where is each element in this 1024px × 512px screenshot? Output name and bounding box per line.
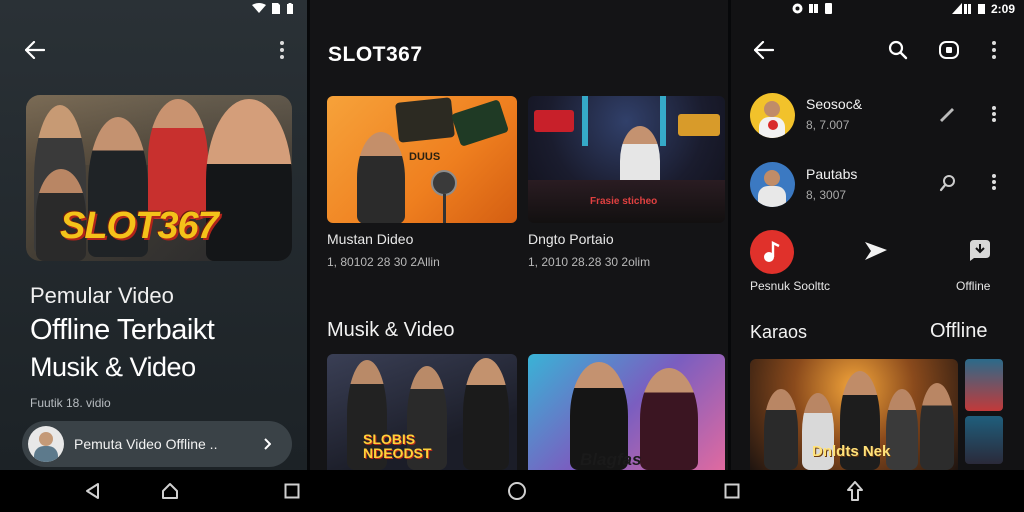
- action-label: Pesnuk Soolttc: [750, 279, 831, 293]
- status-bar-right: 2:09: [915, 1, 1015, 16]
- video-card-thumbnail[interactable]: DUUS: [327, 96, 517, 223]
- neon-sign: [678, 114, 720, 136]
- nav-recents-icon[interactable]: [280, 480, 304, 502]
- banner-text: Dnldts Nek: [812, 443, 891, 460]
- stage-light: [582, 96, 588, 146]
- offline-download-icon[interactable]: [965, 234, 995, 264]
- hero-logo: SLOT367: [60, 205, 219, 247]
- more-vertical-icon[interactable]: [272, 38, 292, 62]
- chevron-right-icon[interactable]: [260, 436, 274, 452]
- music-action-button[interactable]: [750, 230, 794, 274]
- caption-text: Fuutik 18. vidio: [30, 396, 111, 410]
- system-nav-bar: [0, 470, 1024, 512]
- video-card-thumbnail[interactable]: Dnldts Nek: [750, 359, 958, 470]
- card-meta: 1, 80102 28 30 2Allin: [327, 255, 440, 269]
- player-label: Pemuta Video Offline ..: [74, 436, 218, 452]
- section-title: Musik & Video: [327, 319, 455, 341]
- card-overlay-text: Blagfas: [580, 450, 642, 469]
- notification-icon: [808, 4, 818, 13]
- nav-home-circle-icon[interactable]: [505, 480, 529, 502]
- card-person: [886, 389, 918, 470]
- card-person: [764, 389, 798, 470]
- battery-icon: [977, 4, 985, 14]
- pin-icon[interactable]: [936, 104, 958, 124]
- notification-icon: [792, 3, 802, 14]
- card-title: Dngto Portaio: [528, 231, 614, 247]
- card-title: Mustan Dideo: [327, 231, 414, 247]
- nav-back-icon[interactable]: [80, 480, 104, 502]
- more-vertical-icon[interactable]: [985, 172, 1003, 192]
- music-note-icon: [764, 241, 780, 262]
- nav-upload-icon[interactable]: [843, 480, 867, 502]
- video-card-thumbnail[interactable]: Blagfas: [528, 354, 725, 470]
- amp-shape: [450, 99, 510, 147]
- list-item-subtitle: 8, 3007: [806, 188, 847, 202]
- side-thumbnail[interactable]: [965, 359, 1003, 411]
- card-person: [640, 368, 698, 470]
- list-item-subtitle: 8, 7.007: [806, 118, 850, 132]
- battery-icon: [287, 2, 293, 14]
- nav-recents-icon[interactable]: [720, 480, 744, 502]
- neon-sign: [534, 110, 574, 132]
- cast-icon[interactable]: [936, 38, 962, 62]
- section-title: Karaos: [750, 322, 808, 342]
- wifi-icon: [252, 2, 266, 13]
- video-card-thumbnail[interactable]: SLOBIS NDEODST: [327, 354, 517, 470]
- headline-line-2: Offline Terbaikt: [30, 314, 215, 346]
- mic-stand: [443, 194, 446, 223]
- card-person: [920, 383, 954, 470]
- status-time: 2:09: [990, 1, 1015, 16]
- stage-light: [660, 96, 666, 146]
- video-card-thumbnail[interactable]: Frasie sticheo: [528, 96, 725, 223]
- action-label: Offline: [956, 279, 991, 293]
- avatar: [750, 93, 795, 138]
- card-overlay-text: DUUS: [409, 151, 441, 163]
- search-icon[interactable]: [885, 38, 911, 62]
- player-pill[interactable]: Pemuta Video Offline ..: [22, 421, 292, 467]
- more-vertical-icon[interactable]: [985, 104, 1003, 124]
- notification-icon: [824, 3, 832, 14]
- left-screen: SLOT367 Pemular Video Offline Terbaikt M…: [0, 0, 307, 470]
- headline-line-1: Pemular Video: [30, 283, 174, 308]
- side-thumbnail[interactable]: [965, 416, 1003, 464]
- back-arrow-icon[interactable]: [22, 38, 48, 62]
- status-bar-left-icons: [787, 2, 837, 15]
- back-arrow-icon[interactable]: [751, 38, 777, 62]
- list-item-title: Seosoc&: [806, 96, 863, 112]
- avatar: [750, 162, 795, 207]
- sim-icon: [272, 2, 280, 14]
- more-vertical-icon[interactable]: [985, 38, 1003, 62]
- list-item-title: Pautabs: [806, 166, 858, 182]
- headline-line-3: Musik & Video: [30, 352, 196, 382]
- signal-icon: [951, 3, 971, 14]
- hero-person-3: [148, 99, 208, 219]
- share-icon[interactable]: [861, 236, 891, 266]
- list-item[interactable]: Pautabs 8, 3007: [731, 160, 1024, 214]
- card-person: [357, 132, 405, 223]
- section-link[interactable]: Offline: [930, 320, 987, 343]
- nav-home-icon[interactable]: [158, 480, 182, 502]
- microphone-icon: [431, 170, 457, 196]
- hero-person-5: [206, 99, 292, 261]
- avatar: [28, 426, 64, 462]
- card-overlay-text: SLOBIS NDEODST: [363, 431, 432, 461]
- list-item[interactable]: Seosoc& 8, 7.007: [731, 90, 1024, 144]
- right-screen: 2:09 Seosoc& 8, 7.007 Pautabs 8, 3007 Pe…: [731, 0, 1024, 470]
- app-title: SLOT367: [328, 43, 423, 66]
- middle-screen: SLOT367 DUUS Mustan Dideo 1, 80102 28 30…: [310, 0, 728, 470]
- search-icon[interactable]: [937, 172, 959, 194]
- card-meta: 1, 2010 28.28 30 2olim: [528, 255, 651, 269]
- speaker-shape: [395, 97, 455, 143]
- hero-banner[interactable]: SLOT367: [26, 95, 292, 261]
- card-overlay-text: Frasie sticheo: [590, 196, 658, 207]
- status-bar-icons: [248, 2, 298, 14]
